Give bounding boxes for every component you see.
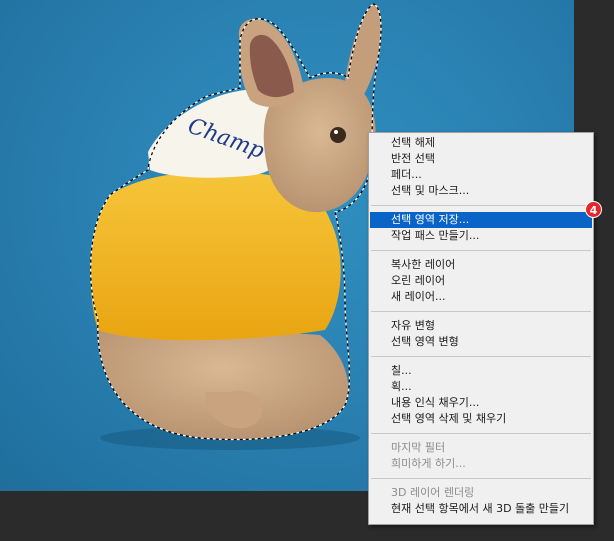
menu-separator — [371, 250, 591, 251]
menu-item[interactable]: 선택 영역 삭제 및 채우기 — [370, 411, 592, 427]
menu-separator — [371, 311, 591, 312]
menu-item[interactable]: 자유 변형 — [370, 318, 592, 334]
menu-item[interactable]: 오린 레이어 — [370, 273, 592, 289]
menu-separator — [371, 356, 591, 357]
menu-separator — [371, 205, 591, 206]
menu-item[interactable]: 내용 인식 채우기... — [370, 395, 592, 411]
menu-item[interactable]: 선택 해제 — [370, 135, 592, 151]
menu-item[interactable]: 새 레이어... — [370, 289, 592, 305]
menu-item[interactable]: 칠... — [370, 363, 592, 379]
menu-item[interactable]: 선택 영역 저장... — [370, 212, 592, 228]
step-badge: 4 — [585, 201, 602, 218]
menu-item[interactable]: 작업 패스 만들기... — [370, 228, 592, 244]
menu-item[interactable]: 선택 및 마스크... — [370, 183, 592, 199]
menu-item[interactable]: 반전 선택 — [370, 151, 592, 167]
context-menu[interactable]: 선택 해제 반전 선택 페더... 선택 및 마스크... 선택 영역 저장... 작업 … — [368, 132, 594, 525]
menu-separator — [371, 433, 591, 434]
menu-item: 마지막 필터 — [391, 441, 446, 454]
menu-item: 희미하게 하기... — [391, 457, 466, 470]
menu-item[interactable]: 선택 영역 변형 — [370, 334, 592, 350]
menu-item: 3D 레이어 렌더링 — [391, 486, 475, 499]
menu-item[interactable]: 획... — [370, 379, 592, 395]
menu-item[interactable]: 복사한 레이어 — [370, 257, 592, 273]
menu-separator — [371, 478, 591, 479]
menu-item[interactable]: 페더... — [370, 167, 592, 183]
menu-item[interactable]: 현재 선택 항목에서 새 3D 돌출 만들기 — [370, 501, 592, 517]
